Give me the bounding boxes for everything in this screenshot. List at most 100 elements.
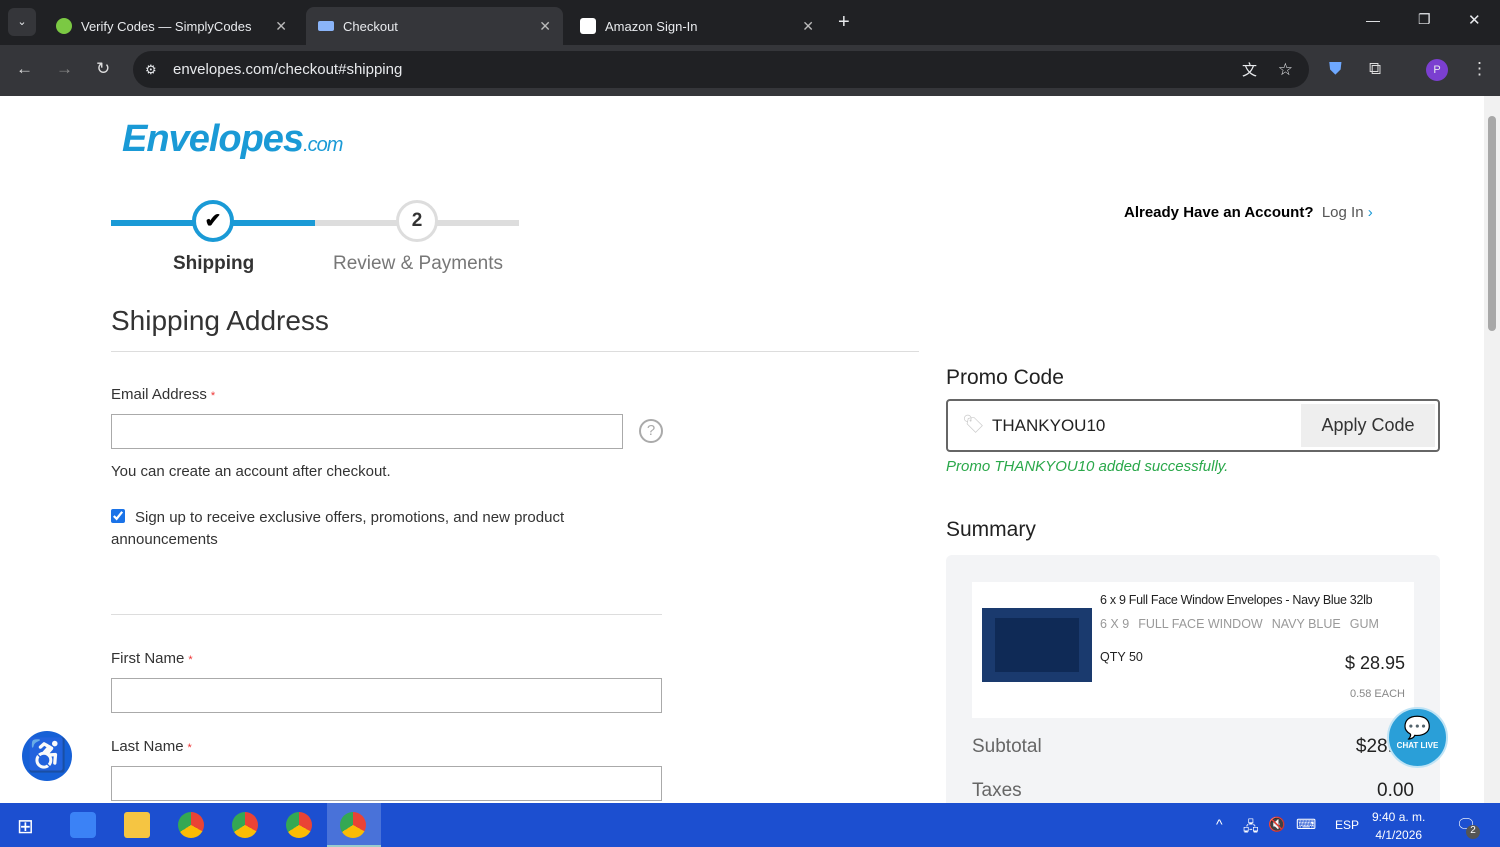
email-input[interactable] <box>111 414 623 449</box>
amazon-icon <box>580 18 596 34</box>
close-tab-icon[interactable]: ✕ <box>539 18 551 35</box>
product-name[interactable]: 6 x 9 Full Face Window Envelopes - Navy … <box>1100 593 1373 607</box>
product-price: $ 28.95 <box>1344 653 1405 673</box>
newsletter-label: Sign up to receive exclusive offers, pro… <box>111 509 565 548</box>
logo-text: Envelopes <box>122 118 304 160</box>
date: 4/1/2026 <box>1375 828 1423 842</box>
chrome-profile-icon[interactable] <box>286 812 312 838</box>
product-unit-price: 0.58 EACH <box>1349 688 1405 700</box>
simplycodes-icon <box>56 18 72 34</box>
attr: GUM <box>1349 617 1379 631</box>
back-icon[interactable]: ← <box>16 59 33 79</box>
taskbar: ⊞ ^ 🖧 🔇 ⌨ ESP 9:40 a. m. 4/1/2026 🗨 2 <box>0 803 1500 847</box>
attr: 6 X 9 <box>1100 617 1130 631</box>
chat-label: CHAT LIVE <box>1396 741 1439 750</box>
attr: FULL FACE WINDOW <box>1138 617 1263 631</box>
attr: NAVY BLUE <box>1271 617 1341 631</box>
clock[interactable]: 9:40 a. m. 4/1/2026 <box>1372 808 1425 844</box>
step-review-label[interactable]: Review & Payments <box>333 253 503 275</box>
step-review-number: 2 <box>396 200 438 242</box>
first-name-input[interactable] <box>111 678 662 713</box>
promo-field: 🏷 THANKYOU10 Apply Code <box>946 399 1440 452</box>
chrome-icon[interactable] <box>178 812 204 838</box>
site-settings-icon[interactable]: ⚙ <box>145 62 157 78</box>
language-indicator[interactable]: ESP <box>1335 818 1359 832</box>
chat-bubbles-icon: 💬 <box>1403 715 1432 740</box>
scrollbar-thumb[interactable] <box>1488 116 1496 331</box>
chat-live-button[interactable]: 💬 CHAT LIVE <box>1387 707 1448 768</box>
shipping-address-title: Shipping Address <box>111 305 329 336</box>
volume-muted-icon[interactable]: 🔇 <box>1268 816 1285 833</box>
product-attributes: 6 X 9 FULL FACE WINDOW NAVY BLUE GUM <box>1100 617 1379 631</box>
bookmark-star-icon[interactable]: ☆ <box>1278 60 1293 80</box>
accessibility-icon[interactable]: ♿ <box>22 731 72 781</box>
browser-toolbar: ← → ↻ ⚙ envelopes.com/checkout#shipping 文… <box>0 45 1500 96</box>
promo-input[interactable]: THANKYOU10 <box>992 416 1105 436</box>
summary-panel: 6 x 9 Full Face Window Envelopes - Navy … <box>946 555 1440 815</box>
notification-count: 2 <box>1466 825 1480 839</box>
close-tab-icon[interactable]: ✕ <box>802 18 814 35</box>
apply-code-button[interactable]: Apply Code <box>1301 404 1435 447</box>
promo-success-message: Promo THANKYOU10 added successfully. <box>946 458 1229 475</box>
login-link[interactable]: Log In <box>1322 204 1364 221</box>
new-tab-button[interactable]: + <box>838 11 850 34</box>
divider <box>111 351 919 352</box>
divider <box>111 614 662 615</box>
email-hint: You can create an account after checkout… <box>111 463 391 480</box>
product-qty: QTY 50 <box>1100 650 1143 664</box>
required-mark: * <box>187 742 192 754</box>
chrome-profile-icon[interactable] <box>340 812 366 838</box>
reload-icon[interactable]: ↻ <box>96 59 110 79</box>
close-tab-icon[interactable]: ✕ <box>275 18 287 35</box>
shield-extension-icon[interactable]: ⛊ <box>1329 59 1342 79</box>
summary-title: Summary <box>946 518 1036 541</box>
step-shipping-label[interactable]: Shipping <box>173 253 254 275</box>
tab-amazon[interactable]: Amazon Sign-In ✕ <box>568 7 826 45</box>
tab-simplycodes[interactable]: Verify Codes — SimplyCodes ✕ <box>44 7 299 45</box>
translate-icon[interactable]: 文 <box>1242 59 1257 80</box>
url-text: envelopes.com/checkout#shipping <box>173 61 403 78</box>
tab-title: Checkout <box>343 18 398 34</box>
email-label: Email Address <box>111 386 207 403</box>
show-hidden-icons[interactable]: ^ <box>1216 816 1223 832</box>
restore-button[interactable]: ❐ <box>1418 11 1431 28</box>
help-icon[interactable]: ? <box>639 419 663 443</box>
envelopes-logo[interactable]: Envelopes.com <box>122 118 343 161</box>
profile-avatar[interactable]: P <box>1426 59 1448 81</box>
account-prompt-text: Already Have an Account? <box>1124 204 1314 221</box>
required-mark: * <box>188 654 193 666</box>
subtotal-label: Subtotal <box>972 736 1042 757</box>
minimize-button[interactable]: — <box>1366 12 1380 28</box>
account-prompt: Already Have an Account? Log In › <box>1124 204 1373 221</box>
keyboard-icon[interactable]: ⌨ <box>1296 816 1316 833</box>
close-window-button[interactable]: ✕ <box>1468 11 1481 29</box>
taxes-value: 0.00 <box>1377 780 1414 801</box>
network-icon[interactable]: 🖧 <box>1243 816 1259 840</box>
store-icon[interactable] <box>70 812 96 838</box>
chrome-profile-icon[interactable] <box>232 812 258 838</box>
required-mark: * <box>210 390 216 402</box>
menu-icon[interactable]: ⋮ <box>1471 59 1488 79</box>
tag-icon: 🏷 <box>962 414 985 434</box>
forward-icon[interactable]: → <box>56 59 73 79</box>
logo-suffix: .com <box>303 134 343 156</box>
page-scrollbar[interactable] <box>1484 96 1500 803</box>
extensions-icon[interactable]: ⧉ <box>1369 59 1381 79</box>
file-explorer-icon[interactable] <box>124 812 150 838</box>
address-bar[interactable]: ⚙ envelopes.com/checkout#shipping 文 ☆ <box>133 51 1309 88</box>
taxes-label: Taxes <box>972 780 1022 801</box>
tab-checkout[interactable]: Checkout ✕ <box>306 7 563 45</box>
product-image <box>982 608 1092 682</box>
tab-strip: ⌄ Verify Codes — SimplyCodes ✕ Checkout ✕ … <box>0 0 1500 45</box>
tab-title: Verify Codes — SimplyCodes <box>81 18 252 34</box>
tab-title: Amazon Sign-In <box>605 18 698 34</box>
last-name-label: Last Name <box>111 738 184 755</box>
cart-item: 6 x 9 Full Face Window Envelopes - Navy … <box>972 582 1414 718</box>
time: 9:40 a. m. <box>1372 810 1426 824</box>
tab-search-button[interactable]: ⌄ <box>8 8 36 36</box>
last-name-input[interactable] <box>111 766 662 801</box>
chevron-right-icon: › <box>1367 204 1373 221</box>
windows-start-icon[interactable]: ⊞ <box>17 814 34 839</box>
envelope-icon <box>318 21 334 31</box>
first-name-label: First Name <box>111 650 185 667</box>
